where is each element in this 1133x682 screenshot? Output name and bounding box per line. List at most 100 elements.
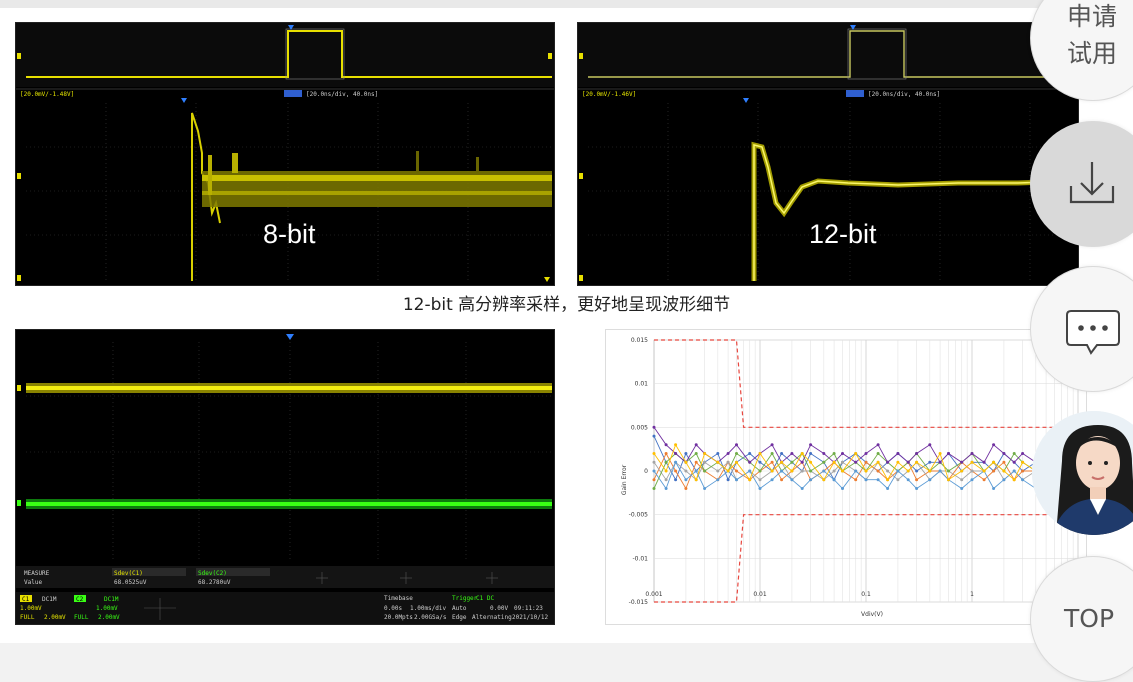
chart-point xyxy=(726,469,730,473)
scope-12bit-label: 12-bit xyxy=(809,219,877,249)
chart-point xyxy=(664,452,668,455)
chart-point xyxy=(726,452,730,455)
chart-point xyxy=(876,452,880,455)
chart-point xyxy=(748,452,752,455)
chart-point xyxy=(800,452,804,455)
chart-point xyxy=(1021,460,1025,464)
trigger-title[interactable]: Trigger xyxy=(452,595,478,602)
chart-point xyxy=(735,478,738,482)
chart-point xyxy=(992,469,996,473)
chart-point xyxy=(822,478,826,482)
chart-x-tick-label: 0.001 xyxy=(645,591,662,598)
chart-point xyxy=(809,452,813,455)
chart-point xyxy=(780,452,784,455)
chart-point xyxy=(832,452,836,455)
chart-point xyxy=(947,478,950,482)
chart-point xyxy=(992,443,996,447)
chart-point xyxy=(790,460,794,464)
clock-time: 09:11:23 xyxy=(514,605,543,612)
scope-12bit-header-mid: [20.0ns/div, 40.0ns] xyxy=(868,91,940,98)
measure-col2-value: 68.2780uV xyxy=(198,579,231,586)
scope-noise: MEASURE Value Sdev(C1) 68.0525uV Sdev(C2… xyxy=(15,329,555,625)
chart-point xyxy=(906,478,910,482)
gain-error-chart: 0.015 0.01 0.005 0 -0.005 -0.01 -0.015 0.001 0.0… xyxy=(605,329,1087,625)
chart-point xyxy=(652,452,656,455)
chart-point xyxy=(832,460,836,464)
chart-point xyxy=(960,487,964,490)
chart-point xyxy=(896,452,900,455)
chart-point xyxy=(694,469,698,473)
chart-point xyxy=(652,434,656,438)
chart-point xyxy=(1012,469,1016,473)
apply-trial-label-1: 申请 xyxy=(1067,2,1118,31)
chart-point xyxy=(726,460,730,464)
chart-y-tick-label: 0.01 xyxy=(635,381,649,388)
chart-point xyxy=(652,478,656,482)
chart-y-tick-label: 0 xyxy=(644,468,648,475)
chart-point xyxy=(674,443,678,447)
chart-point xyxy=(703,452,707,455)
chart-y-tick-label: 0.005 xyxy=(631,424,648,431)
chart-point xyxy=(864,452,868,455)
chart-point xyxy=(770,452,774,455)
ch1-bw: FULL xyxy=(20,614,35,621)
chart-point xyxy=(684,452,688,455)
chart-point xyxy=(947,469,950,473)
chart-point xyxy=(790,478,794,482)
chart-point xyxy=(780,469,784,473)
chart-point xyxy=(915,487,919,490)
chart-point xyxy=(928,469,932,473)
scope-8bit: [20.0mV/-1.48V] [20.0ns/div, 40.0ns] 8-b… xyxy=(15,22,555,286)
ch2-name[interactable]: C2 xyxy=(76,596,84,603)
trigger-slope: Alternating xyxy=(472,614,512,621)
chart-point xyxy=(800,487,804,490)
chart-point xyxy=(960,460,964,464)
chart-point xyxy=(664,443,668,447)
chart-point xyxy=(876,443,880,447)
chart-point xyxy=(809,478,813,482)
download-button[interactable] xyxy=(1030,121,1133,247)
chart-point xyxy=(960,469,964,473)
chart-point xyxy=(758,452,762,455)
ch1-name[interactable]: C1 xyxy=(22,596,30,603)
gain-error-chart-svg: 0.015 0.01 0.005 0 -0.005 -0.01 -0.0150.001 0.0… xyxy=(621,337,1082,618)
chart-point xyxy=(947,452,950,455)
chart-point xyxy=(1012,452,1016,455)
chart-point xyxy=(716,460,720,464)
chart-point xyxy=(790,469,794,473)
trigger-level: 0.00V xyxy=(490,605,508,612)
trigger-source: C1 DC xyxy=(476,595,494,602)
chart-point xyxy=(992,460,996,464)
chart-point xyxy=(674,478,678,482)
chart-x-tick-label: 1 xyxy=(970,591,974,598)
chart-xlabel: Vdiv(V) xyxy=(861,611,883,618)
timebase-title[interactable]: Timebase xyxy=(384,595,413,602)
scope-noise-screen: MEASURE Value Sdev(C1) 68.0525uV Sdev(C2… xyxy=(16,334,554,624)
page: [20.0mV/-1.48V] [20.0ns/div, 40.0ns] 8-b… xyxy=(0,0,1133,682)
trigger-mode: Auto xyxy=(452,605,467,612)
chart-point xyxy=(854,469,858,473)
chart-point xyxy=(896,469,900,473)
apply-trial-label-2: 试用 xyxy=(1067,39,1118,68)
chart-point xyxy=(780,478,784,482)
ch1-coupling: DC1M xyxy=(42,596,57,603)
chart-point xyxy=(1002,452,1006,455)
chat-bubble-icon xyxy=(1066,310,1120,355)
ch2-scale: 1.00mV xyxy=(96,605,118,612)
chat-button[interactable] xyxy=(1030,266,1133,392)
chart-point xyxy=(970,469,974,473)
chart-point xyxy=(716,452,720,455)
chart-point xyxy=(735,460,738,464)
chart-point xyxy=(854,478,858,482)
chart-point xyxy=(748,478,752,482)
chart-point xyxy=(982,460,986,464)
chart-point xyxy=(726,478,730,482)
chart-point xyxy=(800,469,804,473)
chart-point xyxy=(735,469,738,473)
timebase-rate: 2.00GSa/s xyxy=(414,614,447,621)
scope-8bit-label: 8-bit xyxy=(263,219,316,249)
chart-y-tick-label: -0.005 xyxy=(629,512,649,519)
chart-point xyxy=(652,460,656,464)
chart-point xyxy=(1012,460,1016,464)
ch2-probe: 2.00mV xyxy=(98,614,120,621)
